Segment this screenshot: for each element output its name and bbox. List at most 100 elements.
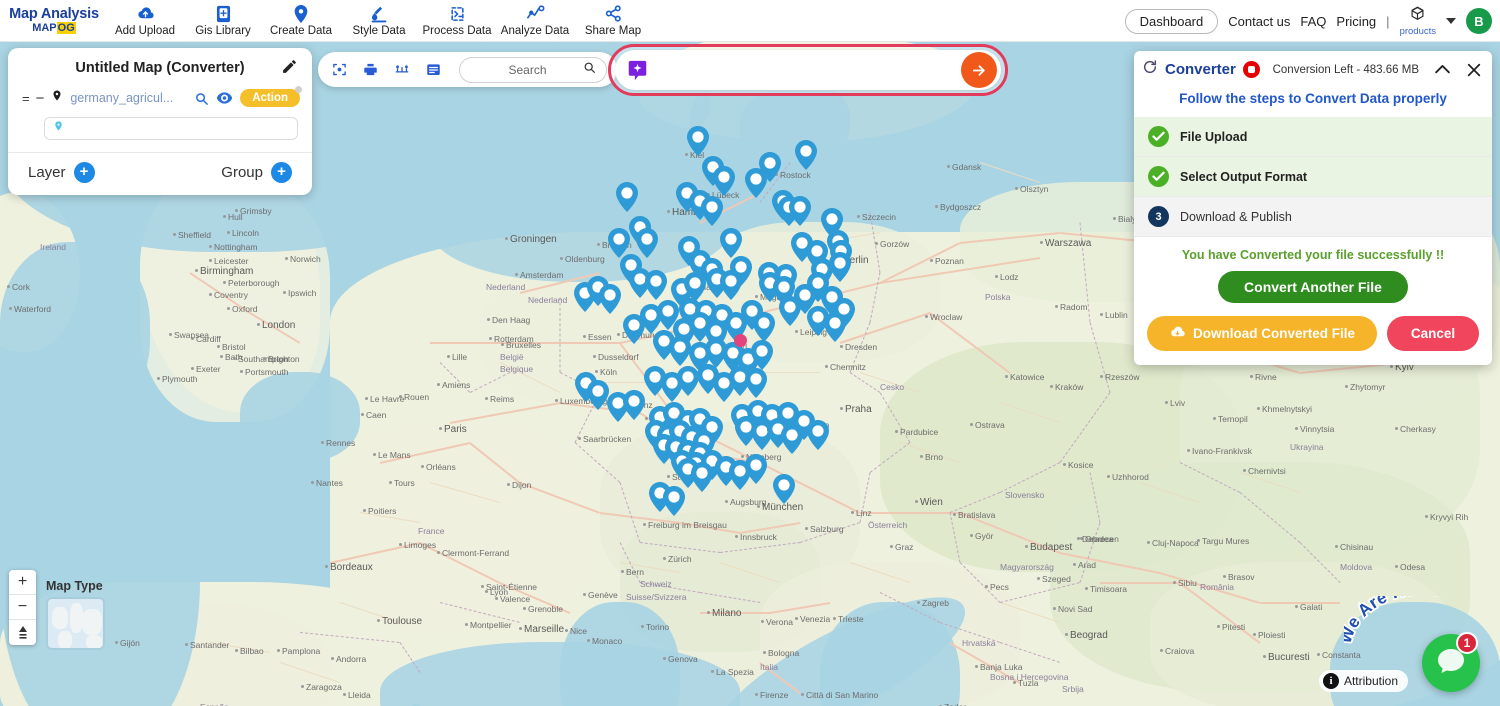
map-label: Pitesti bbox=[1222, 622, 1246, 632]
map-label: Norwich bbox=[290, 254, 321, 264]
map-marker-pin[interactable] bbox=[677, 366, 699, 396]
layer-action-button[interactable]: Action bbox=[240, 86, 302, 107]
nav-item-style-data[interactable]: Style Data bbox=[340, 5, 418, 37]
map-marker-pin[interactable] bbox=[720, 270, 742, 300]
close-icon[interactable] bbox=[1466, 62, 1482, 78]
dashboard-button[interactable]: Dashboard bbox=[1124, 8, 1219, 34]
search-input[interactable]: Search bbox=[472, 63, 583, 77]
nav-item-add-upload[interactable]: Add Upload bbox=[106, 5, 184, 37]
visibility-icon[interactable] bbox=[216, 91, 233, 105]
map-marker-pin[interactable] bbox=[795, 140, 817, 170]
nav-link-pricing[interactable]: Pricing bbox=[1336, 14, 1376, 29]
avatar[interactable]: B bbox=[1466, 8, 1492, 34]
map-city-dot bbox=[1053, 607, 1056, 610]
map-marker-pin[interactable] bbox=[669, 336, 691, 366]
map-marker-pin[interactable] bbox=[829, 252, 851, 282]
map-marker-pin[interactable] bbox=[623, 390, 645, 420]
brand-logo[interactable]: Map Analysis MAPOG bbox=[0, 6, 100, 35]
map-label: România bbox=[1200, 582, 1235, 592]
map-marker-pin[interactable] bbox=[745, 168, 767, 198]
chevron-up-icon[interactable] bbox=[1434, 63, 1451, 76]
collapse-layer-icon[interactable]: − bbox=[36, 90, 45, 107]
map-city-dot bbox=[185, 643, 188, 646]
pencil-icon[interactable] bbox=[281, 58, 298, 80]
ai-submit-button[interactable] bbox=[961, 52, 997, 88]
map-label: Sibiu bbox=[1178, 578, 1197, 588]
map-label: Banja Luka bbox=[980, 662, 1023, 672]
map-road bbox=[860, 512, 960, 514]
converter-step-label: Download & Publish bbox=[1180, 209, 1292, 224]
layer-name[interactable]: germany_agricul... bbox=[70, 91, 187, 105]
chevron-down-icon[interactable] bbox=[1446, 18, 1456, 24]
map-marker-pin[interactable] bbox=[645, 270, 667, 300]
ai-assistant-bar[interactable] bbox=[615, 50, 1001, 90]
convert-another-file-button[interactable]: Convert Another File bbox=[1218, 271, 1408, 303]
map-marker-pin[interactable] bbox=[751, 340, 773, 370]
map-label: Radom bbox=[1060, 302, 1088, 312]
legend-icon[interactable] bbox=[426, 63, 441, 77]
converter-step-3[interactable]: 3 Download & Publish bbox=[1134, 197, 1492, 237]
converter-step-2[interactable]: Select Output Format bbox=[1134, 157, 1492, 197]
download-converted-file-button[interactable]: Download Converted File bbox=[1147, 316, 1377, 351]
map-marker-pin[interactable] bbox=[807, 420, 829, 450]
ai-sparkle-icon[interactable] bbox=[627, 59, 648, 82]
map-label: Cluj-Napoca bbox=[1152, 538, 1199, 548]
sublayer-row[interactable] bbox=[44, 117, 298, 140]
compass-icon[interactable] bbox=[9, 620, 36, 645]
zoom-in-button[interactable]: + bbox=[9, 570, 36, 595]
nav-item-create-data[interactable]: Create Data bbox=[262, 4, 340, 37]
zoom-to-layer-icon[interactable] bbox=[194, 91, 209, 106]
map-marker-pin[interactable] bbox=[745, 454, 767, 484]
map-search-box[interactable]: Search bbox=[459, 56, 607, 83]
nav-link-faq[interactable]: FAQ bbox=[1300, 14, 1326, 29]
nav-item-process-data[interactable]: Process Data bbox=[418, 5, 496, 37]
products-menu[interactable]: products bbox=[1400, 5, 1436, 37]
nav-link-contact-us[interactable]: Contact us bbox=[1228, 14, 1290, 29]
nav-item-analyze-data[interactable]: Analyze Data bbox=[496, 5, 574, 37]
fullscreen-icon[interactable] bbox=[332, 62, 347, 77]
map-marker-pin[interactable] bbox=[663, 486, 685, 516]
search-icon[interactable] bbox=[583, 61, 596, 79]
map-marker-pin[interactable] bbox=[753, 312, 775, 342]
measure-icon[interactable] bbox=[394, 63, 410, 77]
map-marker-pin[interactable] bbox=[789, 196, 811, 226]
map-marker-pin[interactable] bbox=[713, 166, 735, 196]
refresh-icon[interactable] bbox=[1142, 59, 1158, 80]
map-marker-pin[interactable] bbox=[779, 296, 801, 326]
map-label: Odesa bbox=[1400, 562, 1426, 572]
map-city-dot bbox=[209, 293, 212, 296]
print-icon[interactable] bbox=[363, 62, 378, 77]
map-marker-pin[interactable] bbox=[587, 380, 609, 410]
map-marker-pin[interactable] bbox=[720, 228, 742, 258]
map-label: Orléans bbox=[426, 462, 456, 472]
map-marker-pin[interactable] bbox=[773, 474, 795, 504]
add-group-button[interactable]: + bbox=[271, 162, 292, 183]
map-marker-pin[interactable] bbox=[824, 312, 846, 342]
map-marker-pin[interactable] bbox=[599, 284, 621, 314]
map-marker-pin[interactable] bbox=[691, 462, 713, 492]
add-layer-group[interactable]: Layer + bbox=[28, 162, 95, 183]
map-city-dot bbox=[240, 370, 243, 373]
add-group-group[interactable]: Group + bbox=[221, 162, 292, 183]
map-marker-pin[interactable] bbox=[687, 126, 709, 156]
map-city-dot bbox=[220, 355, 223, 358]
add-layer-button[interactable]: + bbox=[73, 162, 95, 183]
record-video-icon[interactable] bbox=[1242, 61, 1260, 78]
cancel-button[interactable]: Cancel bbox=[1387, 316, 1479, 351]
map-city-dot bbox=[399, 395, 402, 398]
map-city-dot bbox=[1390, 365, 1393, 368]
map-type-thumbnail[interactable] bbox=[46, 597, 105, 650]
map-marker-pin[interactable] bbox=[616, 182, 638, 212]
map-selected-marker[interactable] bbox=[734, 334, 747, 347]
converter-step-1[interactable]: File Upload bbox=[1134, 117, 1492, 157]
map-marker-pin[interactable] bbox=[745, 368, 767, 398]
attribution-badge[interactable]: i Attribution bbox=[1318, 670, 1408, 692]
zoom-out-button[interactable]: − bbox=[9, 595, 36, 620]
map-city-dot bbox=[1253, 633, 1256, 636]
map-marker-pin[interactable] bbox=[701, 196, 723, 226]
chat-bubble-button[interactable]: 1 bbox=[1422, 632, 1480, 692]
drag-handle-icon[interactable]: = bbox=[22, 91, 30, 106]
map-marker-pin[interactable] bbox=[781, 424, 803, 454]
nav-item-gis-library[interactable]: Gis Library bbox=[184, 5, 262, 37]
nav-item-share-map[interactable]: Share Map bbox=[574, 5, 652, 37]
